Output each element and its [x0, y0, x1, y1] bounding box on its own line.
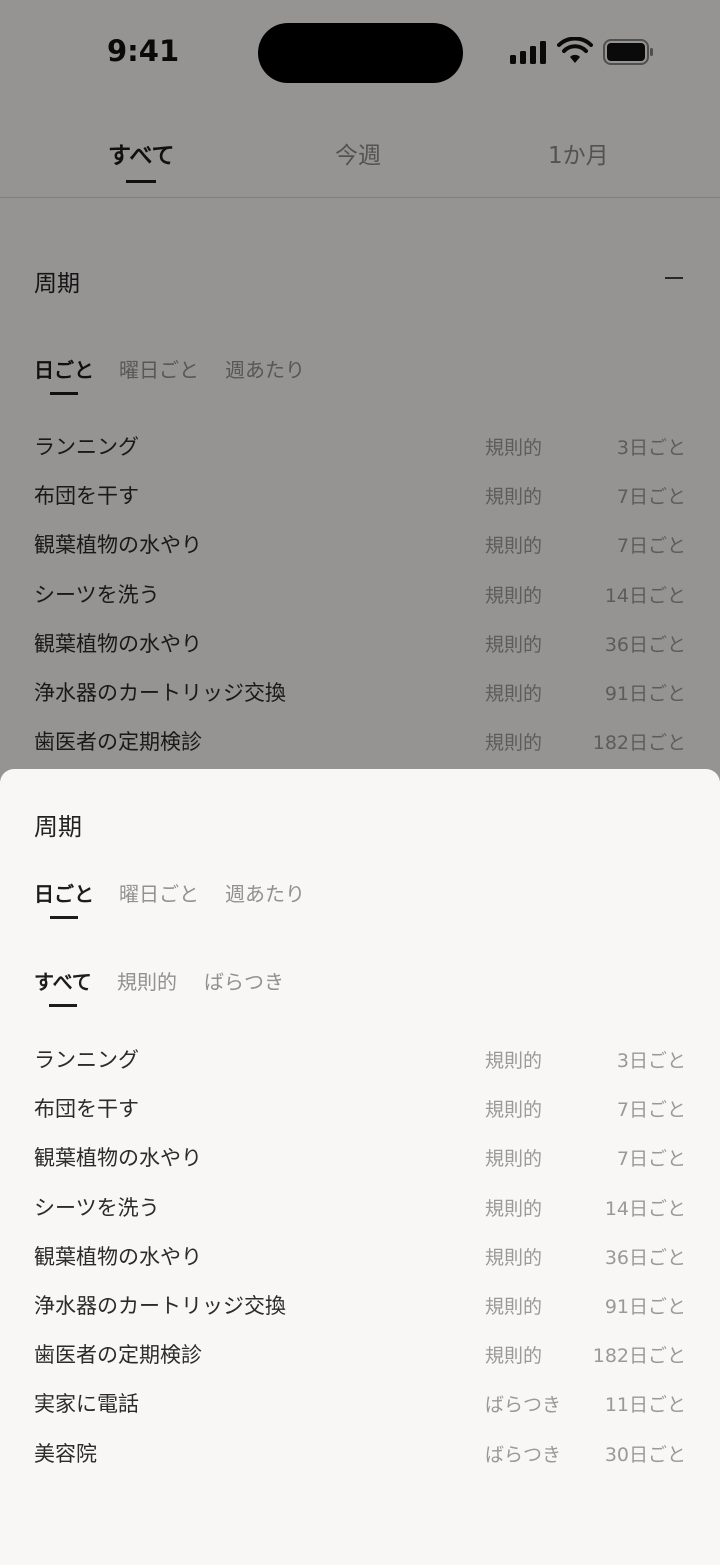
tab-weekday[interactable]: 曜日ごと — [119, 878, 199, 907]
list-item[interactable]: 布団を干す 規則的 7日ごと — [0, 1085, 720, 1134]
tab-daily[interactable]: 日ごと — [34, 878, 94, 919]
item-name: 歯医者の定期検診 — [34, 1343, 202, 1368]
item-interval: 7日ごと — [616, 1099, 686, 1122]
item-interval: 14日ごと — [604, 1197, 686, 1220]
filter-regular[interactable]: 規則的 — [117, 966, 177, 995]
item-name: 実家に電話 — [34, 1392, 139, 1417]
tab-per-week[interactable]: 週あたり — [225, 878, 305, 907]
filter-irregular[interactable]: ばらつき — [204, 966, 284, 995]
item-name: 観葉植物の水やり — [34, 1244, 202, 1269]
item-kind: 規則的 — [485, 1099, 543, 1122]
item-kind: ばらつき — [485, 1394, 562, 1417]
item-kind: 規則的 — [485, 1295, 543, 1318]
item-kind: 規則的 — [485, 1197, 543, 1220]
sheet-title: 周期 — [34, 813, 82, 841]
item-name: 浄水器のカートリッジ交換 — [34, 1293, 286, 1318]
item-interval: 182日ごと — [592, 1345, 686, 1368]
item-interval: 36日ごと — [604, 1246, 686, 1269]
item-interval: 3日ごと — [616, 1050, 686, 1072]
list-item[interactable]: ランニング 規則的 3日ごと — [0, 1036, 720, 1085]
item-name: シーツを洗う — [34, 1195, 160, 1220]
item-kind: 規則的 — [485, 1148, 543, 1171]
sheet-item-list: ランニング 規則的 3日ごと 布団を干す 規則的 7日ごと 観葉植物の水やり 規則的 7日ご… — [0, 1036, 720, 1479]
list-item[interactable]: 実家に電話 ばらつき 11日ごと — [0, 1380, 720, 1429]
item-name: 布団を干す — [34, 1097, 139, 1122]
list-item[interactable]: 浄水器のカートリッジ交換 規則的 91日ごと — [0, 1282, 720, 1331]
item-interval: 7日ごと — [616, 1148, 686, 1171]
filter-all[interactable]: すべて — [34, 966, 92, 1007]
item-interval: 11日ごと — [604, 1394, 686, 1417]
item-kind: ばらつき — [485, 1443, 562, 1466]
item-kind: 規則的 — [485, 1345, 543, 1368]
item-kind: 規則的 — [485, 1050, 543, 1072]
item-interval: 91日ごと — [604, 1295, 686, 1318]
screen: 9:41 すべて 今週 1か月 周期 日ごと 曜日ごと 週あたり ランニング 規… — [0, 0, 720, 1565]
list-item[interactable]: 歯医者の定期検診 規則的 182日ごと — [0, 1331, 720, 1380]
item-interval: 30日ごと — [604, 1443, 686, 1466]
bottom-sheet: 周期 日ごと 曜日ごと 週あたり すべて 規則的 ばらつき ランニング 規則的 3日… — [0, 769, 720, 1565]
list-item[interactable]: シーツを洗う 規則的 14日ごと — [0, 1184, 720, 1233]
item-name: 美容院 — [34, 1441, 97, 1466]
item-kind: 規則的 — [485, 1246, 543, 1269]
item-name: ランニング — [34, 1048, 139, 1072]
item-name: 観葉植物の水やり — [34, 1146, 202, 1171]
list-item[interactable]: 観葉植物の水やり 規則的 36日ごと — [0, 1233, 720, 1282]
list-item[interactable]: 観葉植物の水やり 規則的 7日ごと — [0, 1134, 720, 1183]
list-item[interactable]: 美容院 ばらつき 30日ごと — [0, 1430, 720, 1479]
